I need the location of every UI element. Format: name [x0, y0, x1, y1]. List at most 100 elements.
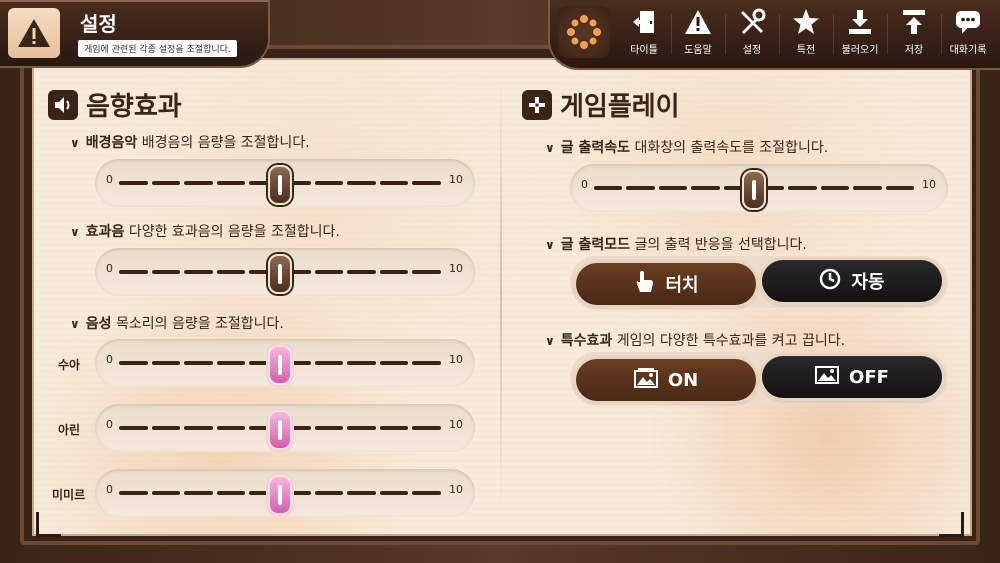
section-title-text: 게임플레이	[560, 92, 680, 122]
slider-tick-segment	[314, 361, 344, 365]
choice-label: 자동	[851, 272, 885, 293]
slider-knob[interactable]	[268, 475, 292, 515]
slider-tick-segment	[151, 426, 181, 430]
exit-door-icon	[618, 6, 670, 38]
slider-tick-segment	[347, 491, 376, 495]
slider-tick-segment	[184, 361, 213, 365]
gamepad-icon	[522, 89, 552, 120]
toolbar-load-button[interactable]: 불러오기	[834, 6, 886, 64]
slider-max-label: 10	[449, 173, 463, 186]
choice-label: OFF	[849, 366, 889, 388]
toolbar-bonus-button[interactable]: 특전	[780, 6, 832, 64]
chevron-down-icon: ∨	[545, 141, 555, 155]
clock-icon	[819, 268, 841, 295]
effects-on-button[interactable]: ON	[576, 359, 756, 401]
slider-tick-segment	[412, 181, 441, 185]
speaker-icon	[48, 89, 78, 120]
page-subtitle: 게임에 관련된 각종 설정을 조절합니다.	[78, 40, 237, 57]
choice-label: 터치	[665, 275, 699, 296]
slider-tick-segment	[412, 361, 441, 365]
slider-tick-segment	[626, 186, 655, 190]
sfx-slider[interactable]: 0 10	[95, 248, 475, 296]
voice-slider-arin[interactable]: 0 10	[95, 404, 475, 452]
gameplay-section-title: 게임플레이	[522, 86, 680, 123]
voice-character-name: 미미르	[52, 488, 86, 502]
slider-tick-segment	[314, 270, 344, 274]
slider-tick-segment	[379, 270, 409, 274]
top-toolbar: 타이틀 도움말 설정 특전 불러오기 저장 대화기록	[550, 0, 1000, 68]
warning-icon	[672, 6, 724, 38]
text-mode-touch-button[interactable]: 터치	[576, 263, 756, 305]
toolbar-settings-button[interactable]: 설정	[726, 6, 778, 64]
image-icon	[633, 367, 658, 393]
toolbar-label: 대화기록	[949, 45, 987, 56]
voice-label: ∨ 음성 목소리의 음량을 조절합니다.	[70, 316, 284, 332]
image-icon	[815, 365, 840, 390]
slider-tick-segment	[184, 426, 213, 430]
slider-max-label: 10	[449, 418, 463, 431]
slider-tick-segment	[216, 491, 246, 495]
slider-min-label: 0	[106, 483, 113, 496]
chevron-down-icon: ∨	[545, 238, 555, 252]
slider-max-label: 10	[449, 483, 463, 496]
slider-tick-segment	[379, 426, 409, 430]
slider-tick-segment	[412, 491, 441, 495]
slider-tick-segment	[347, 361, 376, 365]
slider-tick-segment	[184, 270, 213, 274]
slider-tick-segment	[314, 181, 344, 185]
settings-screen: 설정 게임에 관련된 각종 설정을 조절합니다. 타이틀 도움말 설정 특전 불…	[0, 0, 1000, 563]
slider-tick-segment	[216, 181, 246, 185]
effects-off-button[interactable]: OFF	[762, 356, 942, 398]
slider-tick-segment	[379, 491, 409, 495]
slider-tick-segment	[658, 186, 688, 190]
slider-knob[interactable]	[742, 170, 766, 210]
toolbar-save-button[interactable]: 저장	[888, 6, 940, 64]
slider-tick-segment	[314, 426, 344, 430]
chevron-down-icon: ∨	[545, 334, 555, 348]
slider-min-label: 0	[581, 178, 588, 191]
effects-label: ∨ 특수효과 게임의 다양한 특수효과를 켜고 끕니다.	[545, 333, 846, 349]
toolbar-title-button[interactable]: 타이틀	[618, 6, 670, 64]
choice-label: ON	[667, 369, 699, 391]
slider-knob[interactable]	[268, 345, 292, 385]
slider-tick-segment	[347, 181, 376, 185]
text-speed-slider[interactable]: 0 10	[570, 164, 948, 212]
slider-max-label: 10	[449, 353, 463, 366]
slider-tick-segment	[184, 181, 213, 185]
slider-tick-segment	[119, 361, 148, 365]
slider-knob[interactable]	[268, 165, 292, 205]
toolbar-log-button[interactable]: 대화기록	[942, 6, 994, 64]
text-speed-label: ∨ 글 출력속도 대화창의 출력속도를 조절합니다.	[545, 140, 829, 156]
toolbar-label: 설정	[742, 45, 762, 56]
bgm-label: ∨ 배경음악 배경음의 음량을 조절합니다.	[70, 135, 310, 151]
slider-tick-segment	[119, 426, 148, 430]
toolbar-label: 도움말	[684, 45, 712, 56]
slider-knob[interactable]	[268, 254, 292, 294]
bgm-slider[interactable]: 0 10	[95, 159, 475, 207]
toolbar-label: 저장	[904, 45, 924, 56]
toolbar-label: 불러오기	[841, 45, 879, 56]
flower-icon	[567, 15, 601, 49]
slider-tick-segment	[691, 186, 720, 190]
menu-gear-button[interactable]	[558, 6, 610, 58]
toolbar-label: 특전	[796, 45, 816, 56]
toolbar-help-button[interactable]: 도움말	[672, 6, 724, 64]
voice-slider-sua[interactable]: 0 10	[95, 339, 475, 387]
star-icon	[780, 6, 832, 38]
slider-tick-segment	[314, 491, 344, 495]
slider-tick-segment	[119, 270, 148, 274]
slider-tick-segment	[820, 186, 850, 190]
slider-max-label: 10	[922, 178, 936, 191]
frame-corner-ornament	[36, 512, 61, 537]
text-mode-auto-button[interactable]: 자동	[762, 260, 942, 302]
slider-knob[interactable]	[268, 410, 292, 450]
slider-max-label: 10	[449, 262, 463, 275]
voice-character-name: 아린	[58, 423, 81, 437]
slider-tick-segment	[347, 426, 376, 430]
slider-tick-segment	[216, 426, 246, 430]
tools-icon	[726, 6, 778, 38]
voice-slider-mimir[interactable]: 0 10	[95, 469, 475, 517]
slider-tick-segment	[151, 181, 181, 185]
download-icon	[834, 6, 886, 38]
sound-section-title: 음향효과	[48, 86, 182, 123]
